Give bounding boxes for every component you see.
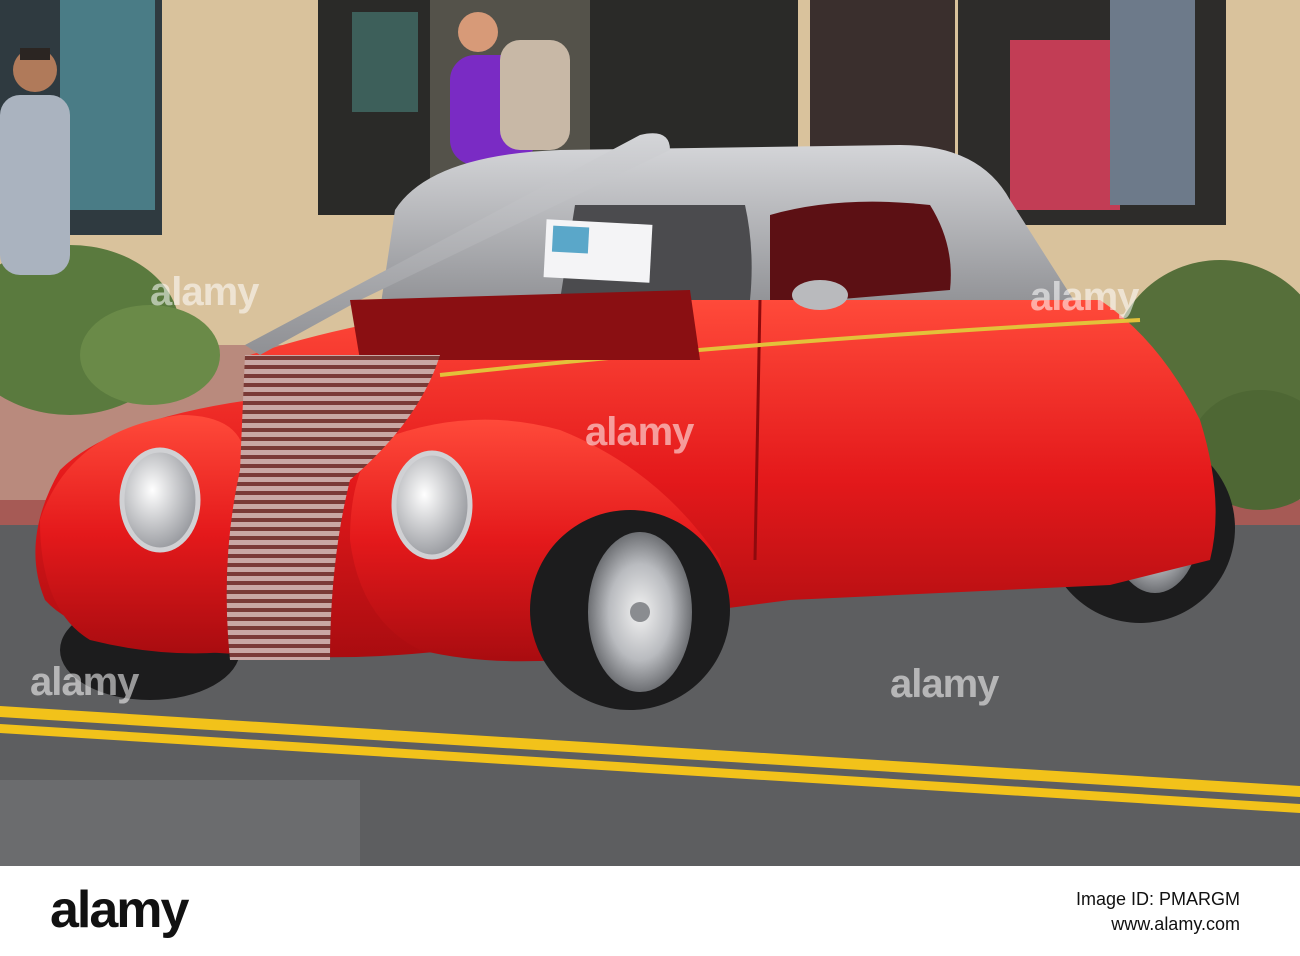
image-id-label: Image ID: PMARGM: [1075, 889, 1240, 909]
headlight-right: [391, 450, 473, 560]
stock-url: www.alamy.com: [1111, 914, 1240, 934]
car-photo: alamy alamy alamy alamy alamy: [0, 0, 1300, 866]
headlight-left: [119, 447, 201, 553]
side-mirror: [792, 280, 848, 310]
brand-logo: alamy: [50, 881, 189, 939]
stock-footer: alamy Image ID: PMARGM www.alamy.com: [0, 866, 1300, 956]
